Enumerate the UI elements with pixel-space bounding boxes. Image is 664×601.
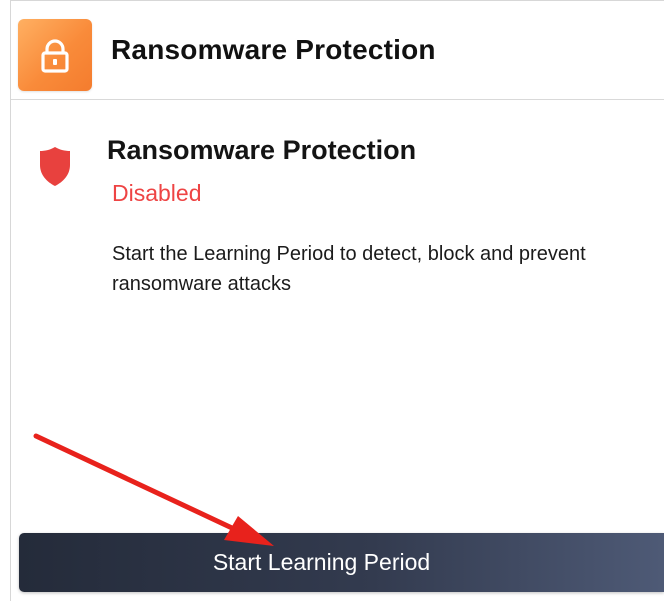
shield-icon [40,147,70,186]
status-text: Disabled [112,180,202,206]
lock-icon [41,39,69,73]
page-title: Ransomware Protection [111,34,436,65]
feature-title: Ransomware Protection [107,135,417,165]
feature-description: Start the Learning Period to detect, blo… [112,243,586,295]
start-learning-period-button[interactable]: Start Learning Period [19,533,664,592]
start-learning-period-label: Start Learning Period [212,549,431,575]
header-divider [11,99,664,100]
ransomware-protection-window: Ransomware Protection Ransomware Protect… [0,0,664,601]
app-icon [18,19,92,91]
